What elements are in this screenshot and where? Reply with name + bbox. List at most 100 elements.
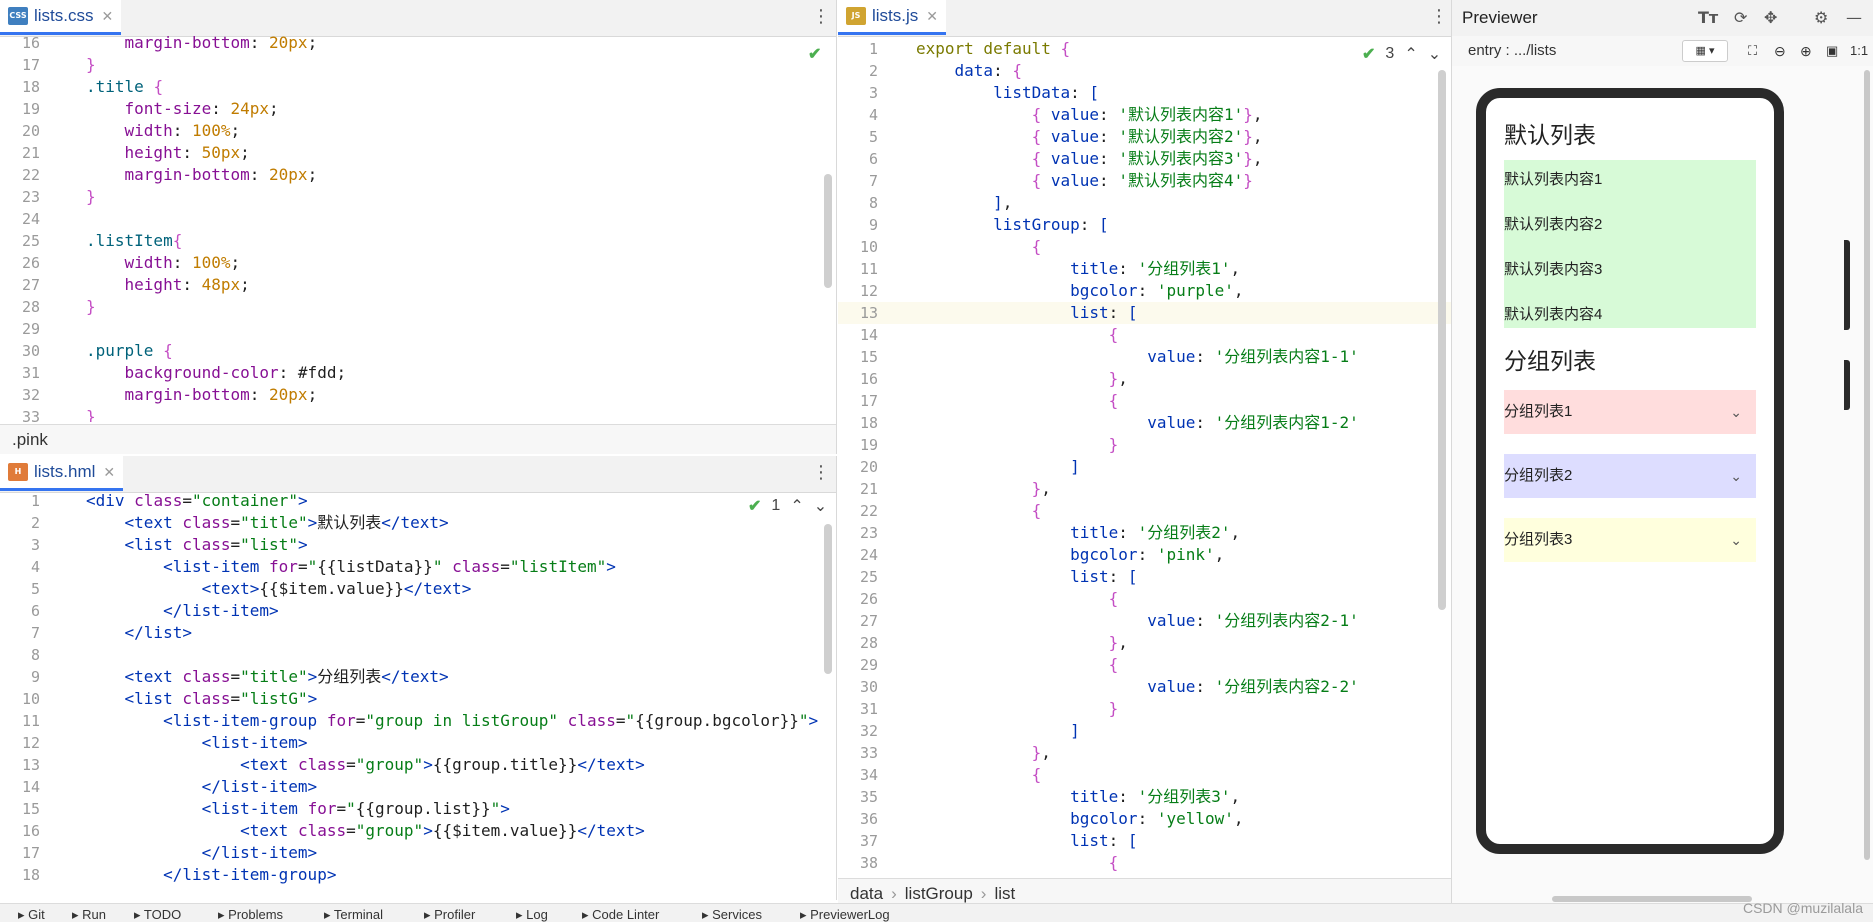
- code-line[interactable]: 22 margin-bottom: 20px;: [0, 164, 836, 186]
- tab-lists-css[interactable]: CSS lists.css ✕: [0, 0, 122, 35]
- code-line[interactable]: 3 <list class="list">: [0, 534, 836, 556]
- code-line[interactable]: 18 .title {: [0, 76, 836, 98]
- inspection-widget[interactable]: ✔ 1 ⌃ ⌄: [748, 496, 827, 516]
- default-list-item[interactable]: 默认列表内容2: [1504, 213, 1602, 234]
- gear-icon[interactable]: ⚙: [1814, 0, 1828, 36]
- code-line[interactable]: 20 ]: [838, 456, 1451, 478]
- tab-lists-js[interactable]: JS lists.js ✕: [838, 0, 947, 35]
- code-line[interactable]: 15 value: '分组列表内容1-1': [838, 346, 1451, 368]
- code-line[interactable]: 11 title: '分组列表1',: [838, 258, 1451, 280]
- code-line[interactable]: 7 </list>: [0, 622, 836, 644]
- breadcrumb-item[interactable]: list: [994, 884, 1015, 903]
- more-options-icon[interactable]: ⋮: [1430, 8, 1448, 26]
- code-line[interactable]: 28 },: [838, 632, 1451, 654]
- chevron-down-icon[interactable]: ⌄: [1428, 44, 1441, 64]
- code-line[interactable]: 1 <div class="container">: [0, 490, 836, 512]
- toolwindow-terminal[interactable]: ▸ Terminal: [324, 907, 383, 922]
- code-line[interactable]: 11 <list-item-group for="group in listGr…: [0, 710, 836, 732]
- toolwindow-log[interactable]: ▸ Log: [516, 907, 548, 922]
- code-line[interactable]: 32 ]: [838, 720, 1451, 742]
- code-line[interactable]: 18 value: '分组列表内容1-2': [838, 412, 1451, 434]
- hml-code-area[interactable]: 1 <div class="container"> 2 <text class="t…: [0, 490, 836, 900]
- code-line[interactable]: 16 <text class="group">{{$item.value}}</…: [0, 820, 836, 842]
- toolwindow-profiler[interactable]: ▸ Profiler: [424, 907, 475, 922]
- code-line[interactable]: 1 export default {: [838, 38, 1451, 60]
- code-line[interactable]: 21 height: 50px;: [0, 142, 836, 164]
- code-line[interactable]: 10 {: [838, 236, 1451, 258]
- code-line[interactable]: 7 { value: '默认列表内容4'}: [838, 170, 1451, 192]
- code-line[interactable]: 28}: [0, 296, 836, 318]
- chevron-down-icon[interactable]: ⌄: [1730, 454, 1742, 498]
- tab-lists-hml[interactable]: H lists.hml ✕: [0, 456, 124, 491]
- chevron-up-icon[interactable]: ⌃: [1404, 44, 1417, 64]
- css-code-area[interactable]: 16 margin-bottom: 20px; 17} 18 .title {19 f…: [0, 32, 836, 422]
- code-line[interactable]: 37 list: [: [838, 830, 1451, 852]
- code-line[interactable]: 30 value: '分组列表内容2-2': [838, 676, 1451, 698]
- css-scrollbar[interactable]: [824, 174, 832, 288]
- code-line[interactable]: 9 <text class="title">分组列表</text>: [0, 666, 836, 688]
- code-line[interactable]: 12 <list-item>: [0, 732, 836, 754]
- code-line[interactable]: 25 .listItem{: [0, 230, 836, 252]
- code-line[interactable]: 16 },: [838, 368, 1451, 390]
- code-line[interactable]: 31 background-color: #fdd;: [0, 362, 836, 384]
- code-line[interactable]: 23 title: '分组列表2',: [838, 522, 1451, 544]
- code-line[interactable]: 34 {: [838, 764, 1451, 786]
- code-line[interactable]: 20 width: 100%;: [0, 120, 836, 142]
- code-line[interactable]: 17}: [0, 54, 836, 76]
- zoom-ratio[interactable]: 1:1: [1850, 36, 1868, 66]
- code-line[interactable]: 4 <list-item for="{{listData}}" class="l…: [0, 556, 836, 578]
- code-line[interactable]: 29: [0, 318, 836, 340]
- code-line[interactable]: 30 .purple {: [0, 340, 836, 362]
- code-line[interactable]: 24: [0, 208, 836, 230]
- code-line[interactable]: 9 listGroup: [: [838, 214, 1451, 236]
- more-options-icon[interactable]: ⋮: [812, 8, 830, 26]
- default-list-item[interactable]: 默认列表内容1: [1504, 168, 1602, 189]
- close-icon[interactable]: ✕: [926, 8, 938, 25]
- code-line[interactable]: 22 {: [838, 500, 1451, 522]
- code-line[interactable]: 17 </list-item>: [0, 842, 836, 864]
- code-line[interactable]: 5 { value: '默认列表内容2'},: [838, 126, 1451, 148]
- code-line[interactable]: 27 value: '分组列表内容2-1': [838, 610, 1451, 632]
- previewer-hscroll[interactable]: [1552, 896, 1752, 902]
- code-line[interactable]: 13 <text class="group">{{group.title}}</…: [0, 754, 836, 776]
- fit-icon[interactable]: ⛶: [1748, 36, 1757, 66]
- js-scrollbar[interactable]: [1438, 70, 1446, 610]
- code-line[interactable]: 16 margin-bottom: 20px;: [0, 32, 836, 54]
- close-icon[interactable]: ✕: [103, 464, 115, 481]
- code-line[interactable]: 33 },: [838, 742, 1451, 764]
- code-line[interactable]: 8 ],: [838, 192, 1451, 214]
- chevron-down-icon[interactable]: ⌄: [1730, 390, 1742, 434]
- inspection-widget[interactable]: ✔ 3 ⌃ ⌄: [1362, 44, 1441, 64]
- code-line[interactable]: 8: [0, 644, 836, 666]
- code-line[interactable]: 6 </list-item>: [0, 600, 836, 622]
- code-line[interactable]: 2 data: {: [838, 60, 1451, 82]
- previewer-vscroll[interactable]: [1864, 70, 1870, 860]
- group-list-item[interactable]: 分组列表1 ⌄: [1504, 390, 1756, 434]
- code-line[interactable]: 27 height: 48px;: [0, 274, 836, 296]
- code-line[interactable]: 14 </list-item>: [0, 776, 836, 798]
- chevron-down-icon[interactable]: ⌄: [814, 496, 827, 516]
- toolwindow-todo[interactable]: ▸ TODO: [134, 907, 181, 922]
- device-select[interactable]: ▦ ▾: [1682, 40, 1728, 62]
- toolwindow-previewerlog[interactable]: ▸ PreviewerLog: [800, 907, 890, 922]
- code-line[interactable]: 17 {: [838, 390, 1451, 412]
- breadcrumb-item[interactable]: data: [850, 884, 883, 903]
- code-line[interactable]: 2 <text class="title">默认列表</text>: [0, 512, 836, 534]
- zoom-in-icon[interactable]: ⊕: [1800, 36, 1812, 66]
- refresh-icon[interactable]: ⟳: [1734, 0, 1747, 36]
- code-line[interactable]: 14 {: [838, 324, 1451, 346]
- chevron-up-icon[interactable]: ⌃: [790, 496, 803, 516]
- toolwindow-code-linter[interactable]: ▸ Code Linter: [582, 907, 659, 922]
- code-line[interactable]: 31 }: [838, 698, 1451, 720]
- screenshot-icon[interactable]: ▣: [1826, 36, 1838, 66]
- toolwindow-git[interactable]: ▸ Git: [18, 907, 45, 922]
- group-list-item[interactable]: 分组列表2 ⌄: [1504, 454, 1756, 498]
- code-line[interactable]: 6 { value: '默认列表内容3'},: [838, 148, 1451, 170]
- code-line[interactable]: 32 margin-bottom: 20px;: [0, 384, 836, 406]
- code-line[interactable]: 3 listData: [: [838, 82, 1451, 104]
- code-line[interactable]: 4 { value: '默认列表内容1'},: [838, 104, 1451, 126]
- hml-scrollbar[interactable]: [824, 524, 832, 674]
- code-line[interactable]: 26 {: [838, 588, 1451, 610]
- chevron-down-icon[interactable]: ⌄: [1730, 518, 1742, 562]
- minimize-icon[interactable]: —: [1846, 0, 1862, 36]
